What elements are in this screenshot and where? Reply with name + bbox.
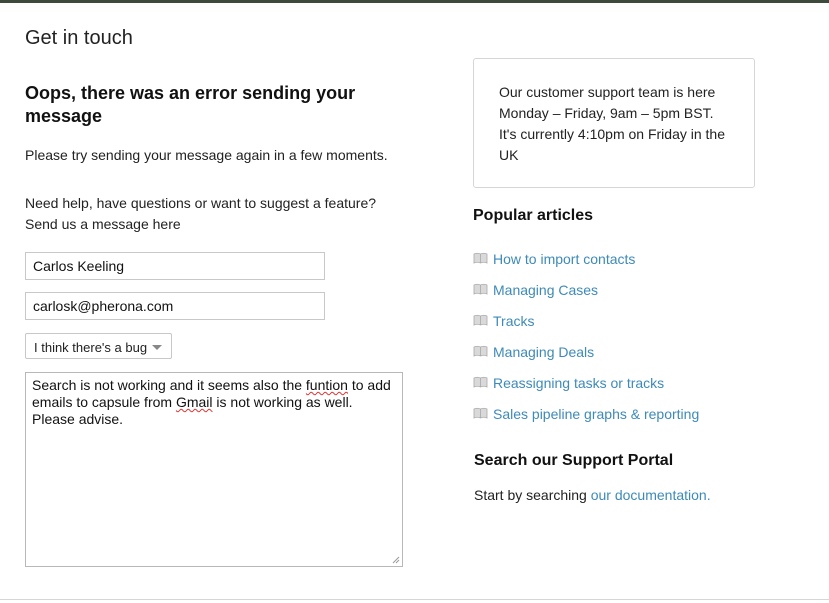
- support-hours-line1: Our customer support team is here: [499, 84, 716, 100]
- article-link[interactable]: Managing Cases: [493, 282, 598, 298]
- form-intro: Need help, have questions or want to sug…: [25, 193, 405, 235]
- book-icon: [473, 252, 488, 264]
- form-intro-line1: Need help, have questions or want to sug…: [25, 195, 377, 211]
- bottom-divider: [0, 599, 829, 600]
- message-misspelled-word: Gmail: [175, 394, 213, 410]
- book-icon: [473, 314, 488, 326]
- error-subtext: Please try sending your message again in…: [25, 147, 388, 163]
- article-link[interactable]: Managing Deals: [493, 344, 594, 360]
- support-portal-prefix: Start by searching: [474, 487, 591, 503]
- support-portal-heading: Search our Support Portal: [474, 452, 674, 469]
- documentation-link[interactable]: our documentation.: [591, 487, 711, 503]
- dialog-title: Get in touch: [25, 27, 133, 49]
- error-heading: Oops, there was an error sending your me…: [25, 83, 356, 126]
- support-hours-line3: It's currently 4:10pm on Friday in the U…: [499, 126, 725, 163]
- article-link[interactable]: Sales pipeline graphs & reporting: [493, 406, 699, 422]
- name-input[interactable]: [25, 252, 325, 280]
- article-link[interactable]: Tracks: [493, 313, 534, 329]
- chevron-down-icon: [152, 345, 162, 350]
- email-input[interactable]: [25, 292, 325, 320]
- support-hours-box: Our customer support team is here Monday…: [473, 58, 755, 188]
- message-text-part: Search is not working and it seems also …: [32, 377, 306, 393]
- message-misspelled-word: funtion: [305, 377, 348, 393]
- article-link[interactable]: Reassigning tasks or tracks: [493, 375, 664, 391]
- book-icon: [473, 407, 488, 419]
- popular-articles-heading: Popular articles: [473, 207, 594, 224]
- form-intro-line2: Send us a message here: [25, 216, 181, 232]
- topic-select-value: I think there's a bug: [34, 340, 148, 355]
- top-edge: [0, 0, 829, 3]
- article-link[interactable]: How to import contacts: [493, 251, 635, 267]
- book-icon: [473, 345, 488, 357]
- support-hours-line2: Monday – Friday, 9am – 5pm BST.: [499, 105, 714, 121]
- book-icon: [473, 376, 488, 388]
- topic-select[interactable]: I think there's a bug: [25, 333, 172, 359]
- book-icon: [473, 283, 488, 295]
- message-textarea[interactable]: Search is not working and it seems also …: [25, 372, 403, 567]
- support-portal-text: Start by searching our documentation.: [474, 487, 711, 503]
- resize-grip-icon[interactable]: [391, 555, 400, 564]
